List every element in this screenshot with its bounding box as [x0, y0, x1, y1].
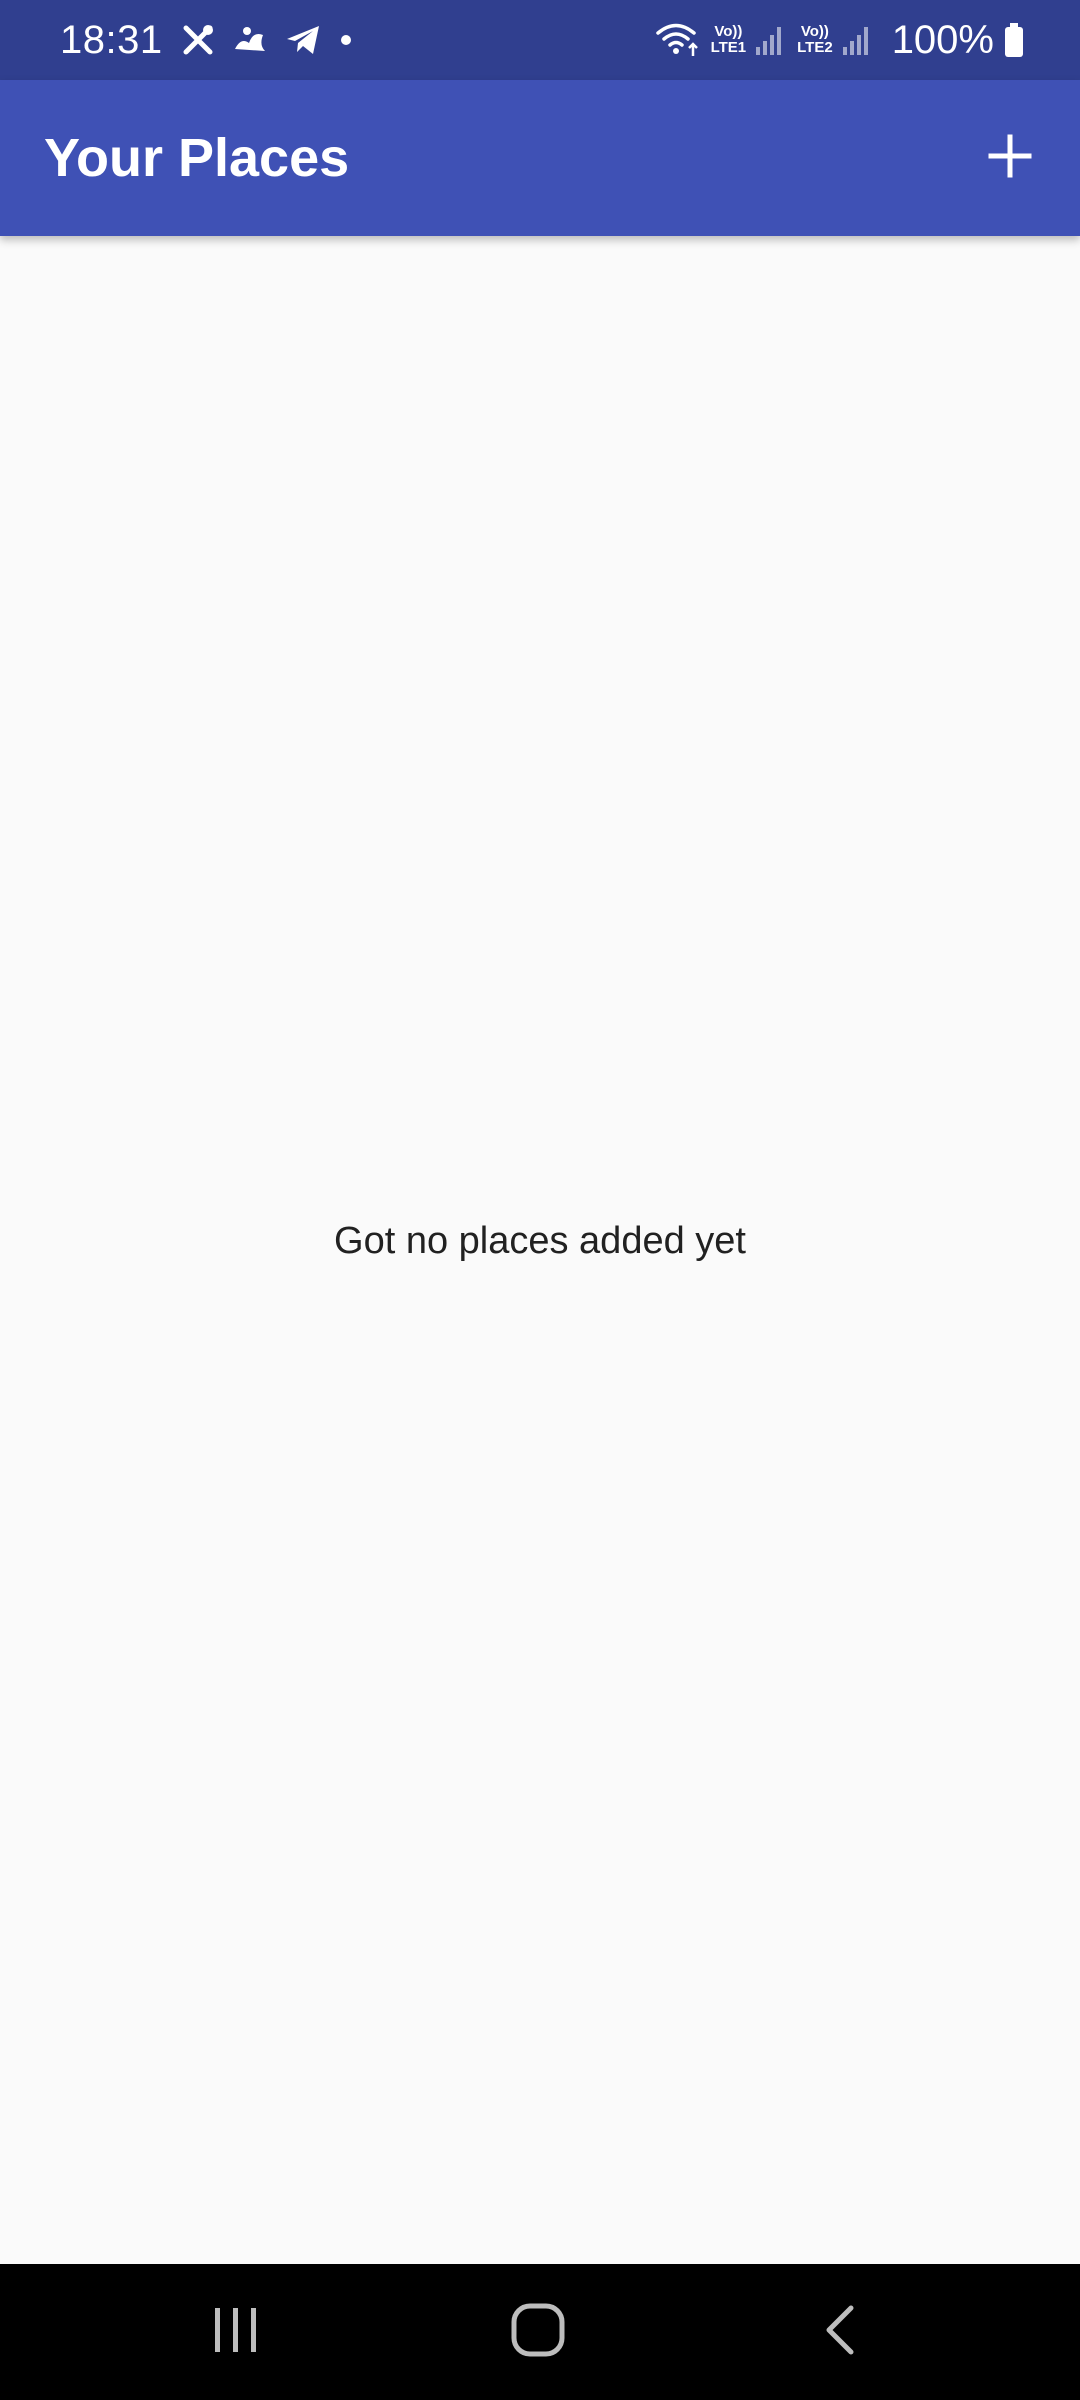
system-nav-bar — [0, 2264, 1080, 2400]
back-icon — [823, 2304, 857, 2361]
plus-icon — [988, 134, 1032, 183]
tools-icon — [181, 23, 215, 57]
status-left: 18:31 — [60, 0, 353, 80]
lte1-label: LTE1 — [710, 39, 747, 56]
lte1-indicator: Vo)) LTE1 — [711, 24, 747, 56]
battery-percent: 100% — [891, 17, 994, 62]
lte2-indicator: Vo)) LTE2 — [797, 24, 833, 56]
lte1-volte-label: Vo)) — [714, 23, 743, 40]
add-place-button[interactable] — [970, 118, 1050, 198]
lte2-volte-label: Vo)) — [800, 23, 829, 40]
status-right: Vo)) LTE1 Vo)) LTE2 100% — [655, 0, 1024, 80]
signal-1-icon — [756, 25, 782, 55]
status-bar: 18:31 Vo)) LTE1 Vo)) LTE2 100% — [0, 0, 1080, 80]
home-icon — [510, 2302, 566, 2363]
lte2-label: LTE2 — [797, 39, 833, 56]
signal-2-icon — [842, 25, 868, 55]
empty-state-message: Got no places added yet — [334, 1220, 746, 1262]
recents-icon — [211, 2306, 261, 2359]
recents-button[interactable] — [166, 2264, 306, 2400]
status-time: 18:31 — [60, 17, 163, 62]
app-bar: Your Places — [0, 80, 1080, 236]
wifi-icon — [655, 22, 701, 58]
notification-dot-icon — [339, 33, 353, 47]
sleep-mode-icon — [233, 25, 267, 55]
telegram-icon — [285, 24, 321, 56]
home-button[interactable] — [468, 2264, 608, 2400]
battery-icon — [1004, 23, 1024, 57]
page-title: Your Places — [44, 128, 350, 188]
back-button[interactable] — [770, 2264, 910, 2400]
